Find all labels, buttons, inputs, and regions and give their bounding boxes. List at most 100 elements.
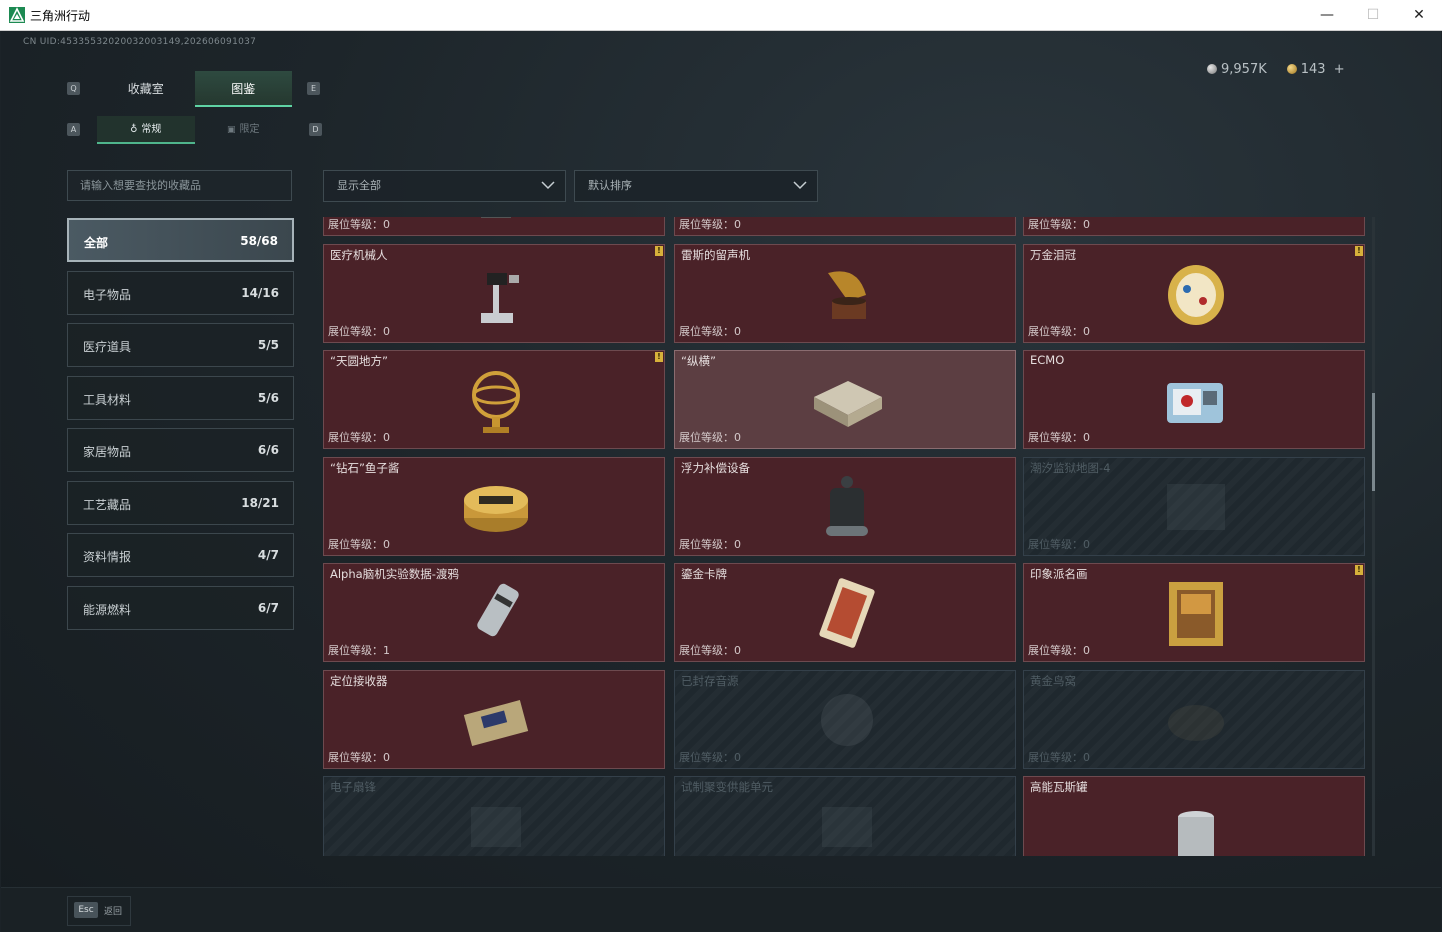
collectible-card[interactable]: 黄金鸟窝展位等级：0: [1023, 669, 1365, 769]
collectible-card[interactable]: 浮力补偿设备 展位等级：0: [674, 456, 1016, 556]
collectible-card[interactable]: “天圆地方” 展位等级：0!: [323, 350, 665, 449]
player-uid: CN UID:4533553202003200314​9,20260609103…: [23, 37, 257, 47]
display-level: 展位等级：0: [328, 431, 390, 444]
collectible-name: 电子扇锋: [330, 780, 376, 794]
category-item[interactable]: 工具材料 5/6: [67, 375, 294, 420]
filter-dropdown[interactable]: 显示全部: [323, 170, 566, 202]
electronic-item-icon: [471, 807, 521, 847]
collectible-name: Alpha脑机实验数据-渡鸦: [330, 567, 459, 581]
collectible-card[interactable]: 鎏金卡牌 展位等级：0: [674, 563, 1016, 662]
caviar-tin-icon: [464, 485, 528, 532]
display-level: 展位等级：1: [328, 644, 390, 657]
category-item[interactable]: 医疗道具 5/5: [67, 323, 294, 367]
collectible-name: 雷斯的留声机: [681, 247, 750, 262]
collectible-card[interactable]: 高能瓦斯罐: [1023, 776, 1365, 856]
collectible-name: 高能瓦斯罐: [1030, 780, 1088, 794]
map-icon: [1167, 483, 1225, 530]
collectible-card[interactable]: 万金泪冠 展位等级：0!: [1023, 243, 1365, 343]
tab-regular[interactable]: ♁ 常规: [97, 116, 195, 144]
gold-currency: 143 +: [1286, 62, 1345, 77]
category-item[interactable]: 全部 58/68: [67, 218, 294, 262]
display-level: 展位等级：0: [328, 537, 390, 551]
game-screen: CN UID:4533553202003200314​9,20260609103…: [1, 31, 1441, 932]
collectible-name: 定位接收器: [330, 673, 388, 688]
armillary-sphere-icon: [472, 371, 520, 433]
collectible-name: 潮汐监狱地图-4: [1030, 460, 1111, 475]
buoyancy-device-icon: [826, 475, 868, 536]
collectible-name: “纵横”: [681, 354, 716, 368]
collectible-name: 万金泪冠: [1030, 247, 1076, 262]
search-input[interactable]: 请输入想要查找的收藏品: [67, 170, 292, 201]
collectible-card[interactable]: “纵横” 展位等级：0: [674, 350, 1016, 449]
footer-bar: Esc 返回: [1, 887, 1441, 932]
collectible-name: 印象派名画: [1030, 567, 1088, 581]
golden-nest-icon: [1168, 704, 1224, 741]
category-label: 工具材料: [83, 392, 132, 407]
fusion-unit-icon: [822, 807, 872, 847]
collectible-card[interactable]: 印象派名画 展位等级：0!: [1023, 563, 1365, 662]
silver-amount: 9,957K: [1221, 62, 1267, 77]
category-label: 医疗道具: [83, 340, 132, 354]
scrollbar-thumb[interactable]: [1372, 393, 1375, 491]
framed-painting-icon: [1169, 582, 1223, 646]
tab-collection-room[interactable]: 收藏室: [97, 71, 195, 107]
display-level: 展位等级：0: [679, 537, 741, 551]
category-label: 资料情报: [83, 550, 132, 564]
new-badge-icon: !: [655, 352, 663, 362]
collectible-card[interactable]: 展位等级：0: [674, 217, 1016, 236]
collectible-card[interactable]: 展位等级：0: [323, 217, 665, 236]
close-button[interactable]: ✕: [1396, 0, 1442, 30]
category-count: 6/6: [257, 443, 279, 457]
gilded-card-icon: [819, 578, 875, 648]
back-label: 返回: [104, 907, 123, 917]
scrollbar[interactable]: [1372, 217, 1375, 856]
collectible-name: 黄金鸟窝: [1030, 673, 1076, 688]
collectible-card[interactable]: “钻石”鱼子酱 展位等级：0: [323, 456, 665, 556]
gas-canister-icon: [1178, 811, 1214, 856]
category-label: 电子物品: [83, 287, 132, 302]
key-hint-e: E: [307, 82, 320, 95]
collectible-card[interactable]: 已封存音源 展位等级：0: [674, 669, 1016, 769]
tab-limited-label: 限定: [239, 124, 260, 135]
collectible-name: 试制聚变供能单元: [681, 780, 773, 794]
collectible-card[interactable]: ECMO 展位等级：0: [1023, 350, 1365, 449]
category-item[interactable]: 能源燃料 6/7: [67, 585, 294, 630]
battery-pack-icon: [1157, 217, 1235, 226]
display-level: 展位等级：0: [328, 218, 390, 231]
category-item[interactable]: 电子物品 14/16: [67, 270, 294, 315]
gold-amount: 143: [1300, 62, 1326, 77]
collectible-card[interactable]: 定位接收器 展位等级：0: [323, 669, 665, 769]
collectible-card[interactable]: 潮汐监狱地图-4 展位等级：0: [1023, 456, 1365, 556]
category-list: 全部 58/68 电子物品 14/16 医疗道具 5/5 工具材料 5/6 家居物品 6/6 工艺藏…: [67, 218, 294, 638]
collectible-card[interactable]: 雷斯的留声机 展位等级：0: [674, 243, 1016, 343]
category-item[interactable]: 家居物品 6/6: [67, 428, 294, 472]
sort-dropdown[interactable]: 默认排序: [574, 170, 818, 202]
collectible-card[interactable]: 医疗机械人 展位等级：0!: [323, 243, 665, 343]
collectible-card[interactable]: 电子扇锋: [323, 776, 665, 856]
display-level: 展位等级：0: [328, 324, 390, 338]
category-count: 5/5: [257, 338, 279, 352]
jeweled-crown-icon: [1168, 264, 1224, 325]
display-level: 展位等级：0: [679, 431, 741, 444]
collectible-card[interactable]: 试制聚变供能单元: [674, 776, 1016, 856]
tab-limited[interactable]: ▣ 限定: [195, 116, 293, 144]
gold-coin-icon: [1286, 64, 1297, 74]
category-count: 4/7: [257, 548, 279, 562]
maximize-button[interactable]: ☐: [1350, 0, 1396, 30]
collectible-card[interactable]: 展位等级：0: [1023, 217, 1365, 236]
display-level: 展位等级：0: [679, 750, 741, 764]
minimize-button[interactable]: —: [1304, 0, 1350, 30]
currency-bar: 9,957K 143 +: [1207, 62, 1345, 77]
category-item[interactable]: 资料情报 4/7: [67, 533, 294, 577]
tab-codex[interactable]: 图鉴: [194, 71, 292, 107]
category-item[interactable]: 工艺藏品 18/21: [67, 480, 294, 525]
category-count: 18/21: [241, 495, 279, 510]
display-level: 展位等级：0: [1028, 537, 1090, 551]
add-currency-button[interactable]: +: [1334, 62, 1345, 77]
collectible-name: 鎏金卡牌: [681, 567, 727, 581]
display-level: 展位等级：0: [1028, 750, 1090, 764]
chevron-down-icon: [541, 181, 555, 190]
collectible-card[interactable]: Alpha脑机实验数据-渡鸦 展位等级：1: [323, 563, 665, 662]
server-rack-icon: [808, 217, 886, 226]
category-count: 5/6: [257, 390, 279, 405]
